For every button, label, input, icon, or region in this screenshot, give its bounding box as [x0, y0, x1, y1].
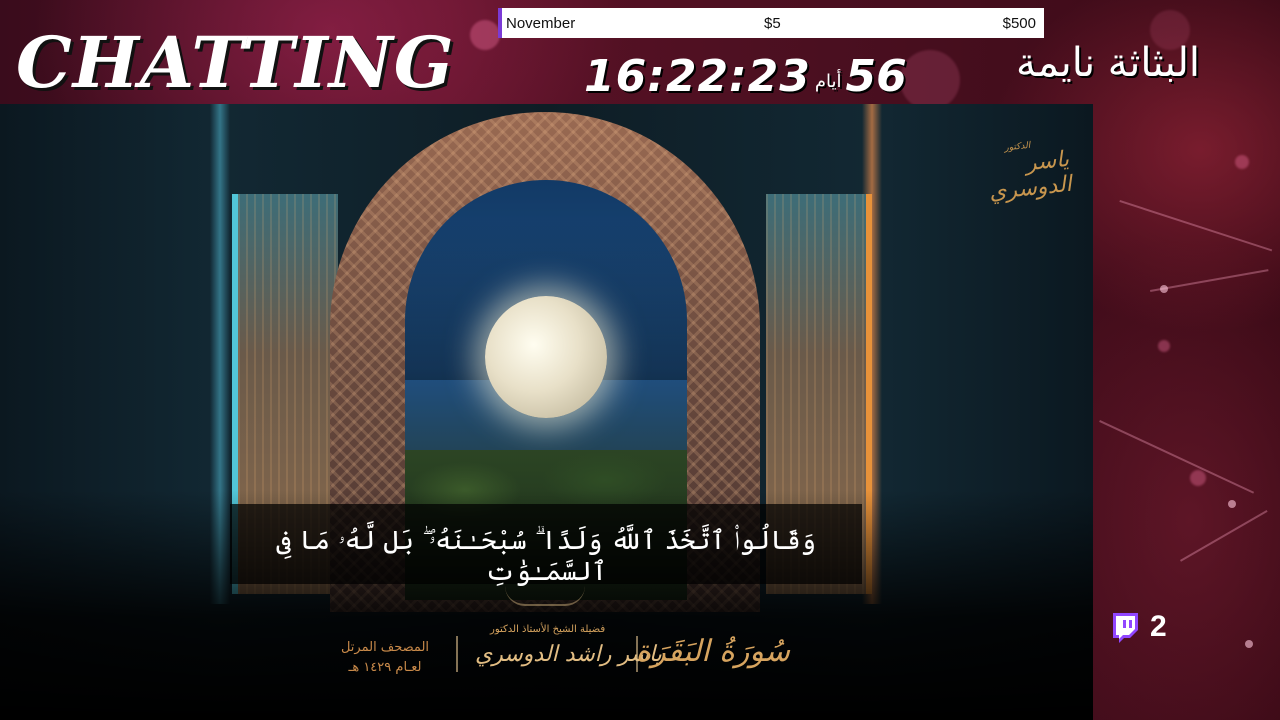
credit-divider — [456, 636, 458, 672]
bokeh-light — [1235, 155, 1249, 169]
uptime-days: 56 — [845, 50, 907, 102]
reciter-title: فضيلة الشيخ الأستاذ الدكتور — [490, 624, 606, 635]
uptime-counter: 16:22:23 أيام 56 — [584, 50, 907, 102]
network-dot — [1245, 640, 1253, 648]
watermark-calligraphy: الدكتور ياسر الدوسري — [967, 137, 1073, 207]
verse-caption-bar: وَقَالُوا۟ ٱتَّخَذَ ٱللَّهُ وَلَدًا ۗ سُ… — [230, 504, 862, 587]
mushaf-line-1: المصحف المرتل — [340, 640, 430, 655]
network-dot — [1160, 285, 1168, 293]
video-player[interactable]: الدكتور ياسر الدوسري وَقَالُوا۟ ٱتَّخَذَ… — [0, 104, 1093, 720]
stream-status-title: CHATTING — [16, 21, 455, 104]
verse-text: وَقَالُوا۟ ٱتَّخَذَ ٱللَّهُ وَلَدًا ۗ سُ… — [276, 526, 816, 587]
uptime-days-label: أيام — [814, 70, 842, 92]
goal-current-amount: $5 — [764, 15, 781, 32]
twitch-icon — [1113, 613, 1138, 643]
watermark-name: ياسر الدوسري — [987, 146, 1073, 206]
reciter-name: ياسر راشد الدوسري — [475, 642, 662, 667]
network-line — [1180, 510, 1268, 562]
bokeh-light — [470, 20, 500, 50]
uptime-time: 16:22:23 — [584, 50, 811, 102]
full-moon — [485, 296, 607, 418]
goal-target-amount: $500 — [1002, 15, 1036, 32]
recitation-credits: المصحف المرتل لعـام ١٤٢٩ هـ فضيلة الشيخ … — [330, 624, 800, 684]
viewer-count: 2 — [1108, 610, 1167, 644]
stream-overlay: CHATTING November $5 $500 16:22:23 أيام … — [0, 0, 1280, 720]
caption-ornament — [505, 586, 585, 606]
network-dot — [1228, 500, 1236, 508]
reciter-watermark-logo: الدكتور ياسر الدوسري — [970, 124, 1073, 205]
bokeh-light — [1158, 340, 1170, 352]
streamer-status-arabic: البثاثة نايمة — [1016, 40, 1200, 86]
goal-name: November — [506, 15, 576, 32]
bokeh-light — [1190, 470, 1206, 486]
network-line — [1099, 420, 1255, 494]
bokeh-light — [900, 50, 960, 110]
donation-goal-bar: November $5 $500 — [498, 8, 1044, 38]
network-line — [1119, 200, 1273, 252]
mushaf-info: المصحف المرتل لعـام ١٤٢٩ هـ — [330, 638, 440, 678]
viewer-count-number: 2 — [1150, 610, 1167, 643]
surah-name: سُورَةُ البَقَرَة — [635, 634, 790, 669]
mushaf-line-2: لعـام ١٤٢٩ هـ — [348, 660, 422, 675]
